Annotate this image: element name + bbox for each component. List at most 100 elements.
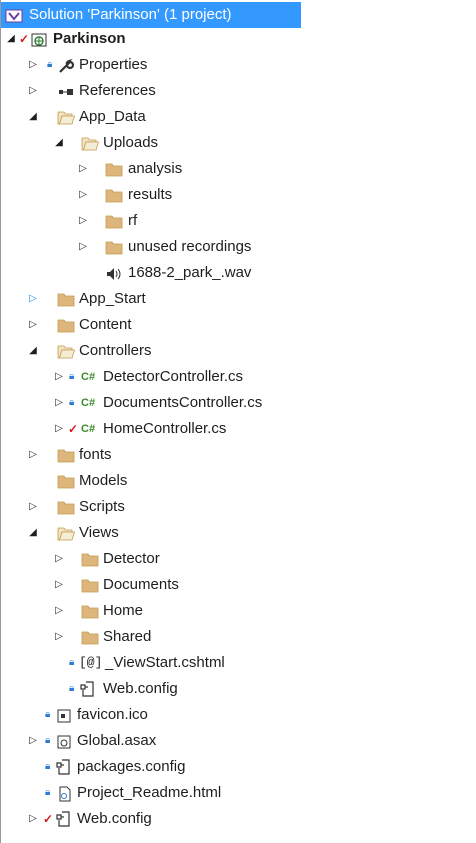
expand-arrow-icon[interactable]: ▷ — [53, 624, 65, 650]
tree-item-label: Shared — [103, 628, 152, 645]
tree-item-label: favicon.ico — [77, 706, 148, 723]
expand-arrow-icon[interactable]: ▷ — [53, 364, 65, 390]
expand-arrow-icon[interactable]: ▷ — [77, 156, 89, 182]
expand-arrow-icon[interactable]: ▷ — [53, 572, 65, 598]
tree-item-label: Web.config — [77, 810, 152, 827]
razor-file-icon: [@] — [79, 655, 103, 670]
expand-arrow-icon[interactable]: ▷ — [27, 494, 39, 520]
project-row[interactable]: ◢ ✓ Parkinson — [1, 26, 476, 52]
tree-item-webconfig[interactable]: ▷ ✓ Web.config — [1, 806, 476, 832]
tree-item-views-documents[interactable]: ▷ Documents — [1, 572, 476, 598]
expand-arrow-icon[interactable]: ▷ — [27, 312, 39, 338]
tree-item-fonts[interactable]: ▷ fonts — [1, 442, 476, 468]
tree-item-views[interactable]: ◢ Views — [1, 520, 476, 546]
tree-item-uploads[interactable]: ◢ Uploads — [1, 130, 476, 156]
expand-arrow-icon[interactable]: ▷ — [77, 208, 89, 234]
folder-icon — [57, 447, 75, 463]
tree-item-label: Uploads — [103, 134, 159, 151]
tree-item-views-detector[interactable]: ▷ Detector — [1, 546, 476, 572]
tree-item-models[interactable]: Models — [1, 468, 476, 494]
tree-item-label: DocumentsController.cs — [103, 394, 263, 411]
tree-item-app-start[interactable]: ▷ App_Start — [1, 286, 476, 312]
tree-item-label: Views — [79, 524, 119, 541]
folder-icon — [57, 317, 75, 333]
tree-item-views-home[interactable]: ▷ Home — [1, 598, 476, 624]
references-icon — [57, 83, 75, 99]
tree-item-scripts[interactable]: ▷ Scripts — [1, 494, 476, 520]
tree-item-views-webconfig[interactable]: 🔒︎ Web.config — [1, 676, 476, 702]
tree-item-global-asax[interactable]: ▷ 🔒︎ Global.asax — [1, 728, 476, 754]
tree-item-detector-controller[interactable]: ▷ 🔒︎ C# DetectorController.cs — [1, 364, 476, 390]
lock-icon: 🔒︎ — [45, 709, 51, 720]
folder-open-icon — [57, 109, 75, 125]
tree-item-content[interactable]: ▷ Content — [1, 312, 476, 338]
folder-icon — [57, 473, 75, 489]
folder-icon — [105, 239, 123, 255]
tree-item-home-controller[interactable]: ▷ ✓ C# HomeController.cs — [1, 416, 476, 442]
expand-arrow-icon[interactable]: ▷ — [27, 806, 39, 832]
tree-item-references[interactable]: ▷ References — [1, 78, 476, 104]
expand-arrow-icon[interactable]: ▷ — [53, 546, 65, 572]
expand-arrow-icon[interactable]: ▷ — [27, 78, 39, 104]
expand-arrow-icon[interactable]: ▷ — [27, 442, 39, 468]
tree-item-label: Models — [79, 472, 128, 489]
tree-item-label: HomeController.cs — [103, 420, 227, 437]
expand-arrow-icon[interactable]: ▷ — [27, 728, 39, 754]
tree-item-documents-controller[interactable]: ▷ 🔒︎ C# DocumentsController.cs — [1, 390, 476, 416]
expand-arrow-icon[interactable]: ▷ — [77, 182, 89, 208]
icon-file-icon — [55, 707, 73, 723]
collapse-arrow-icon[interactable]: ◢ — [27, 520, 39, 546]
collapse-arrow-icon[interactable]: ◢ — [27, 104, 39, 130]
folder-icon — [105, 213, 123, 229]
collapse-arrow-icon[interactable]: ◢ — [53, 130, 65, 156]
solution-icon — [5, 7, 23, 23]
tree-item-wav-file[interactable]: 1688-2_park_.wav — [1, 260, 476, 286]
tree-item-app-data[interactable]: ◢ App_Data — [1, 104, 476, 130]
tree-item-packages-config[interactable]: 🔒︎ packages.config — [1, 754, 476, 780]
wrench-icon — [57, 57, 75, 73]
tree-item-label: _ViewStart.cshtml — [105, 654, 225, 671]
lock-icon: 🔒︎ — [69, 397, 75, 408]
collapse-arrow-icon[interactable]: ◢ — [27, 338, 39, 364]
tree-item-label: Global.asax — [77, 732, 157, 749]
tree-item-unused-recordings[interactable]: ▷ unused recordings — [1, 234, 476, 260]
folder-icon — [81, 629, 99, 645]
web-project-icon — [30, 31, 48, 47]
expand-arrow-icon[interactable]: ◢ — [5, 26, 17, 52]
expand-arrow-icon[interactable]: ▷ — [27, 286, 39, 312]
expand-arrow-icon[interactable]: ▷ — [53, 390, 65, 416]
tree-item-label: unused recordings — [128, 238, 252, 255]
tree-item-controllers[interactable]: ◢ Controllers — [1, 338, 476, 364]
config-file-icon — [55, 811, 73, 827]
folder-icon — [57, 499, 75, 515]
tree-item-project-readme[interactable]: 🔒︎ Project_Readme.html — [1, 780, 476, 806]
expand-arrow-icon[interactable]: ▷ — [53, 598, 65, 624]
folder-open-icon — [81, 135, 99, 151]
folder-icon — [57, 291, 75, 307]
tree-item-views-shared[interactable]: ▷ Shared — [1, 624, 476, 650]
folder-icon — [81, 603, 99, 619]
audio-file-icon — [105, 265, 123, 281]
tree-item-results[interactable]: ▷ results — [1, 182, 476, 208]
lock-icon: 🔒︎ — [47, 59, 53, 70]
tree-item-favicon[interactable]: 🔒︎ favicon.ico — [1, 702, 476, 728]
csharp-file-icon: C# — [81, 371, 96, 383]
tree-item-label: App_Start — [79, 290, 146, 307]
expand-arrow-icon[interactable]: ▷ — [27, 52, 39, 78]
tree-item-rf[interactable]: ▷ rf — [1, 208, 476, 234]
solution-row[interactable]: Solution 'Parkinson' (1 project) — [1, 2, 301, 28]
tree-item-viewstart[interactable]: 🔒︎ [@] _ViewStart.cshtml — [1, 650, 476, 676]
tree-item-label: Documents — [103, 576, 179, 593]
tree-item-label: Web.config — [103, 680, 178, 697]
csharp-file-icon: C# — [81, 423, 96, 435]
lock-icon: 🔒︎ — [69, 657, 75, 668]
tree-item-label: analysis — [128, 160, 183, 177]
tree-item-label: rf — [128, 212, 138, 229]
global-file-icon — [55, 733, 73, 749]
pending-change-icon: ✓ — [43, 812, 54, 826]
lock-icon: 🔒︎ — [45, 735, 51, 746]
tree-item-properties[interactable]: ▷ 🔒︎ Properties — [1, 52, 476, 78]
tree-item-analysis[interactable]: ▷ analysis — [1, 156, 476, 182]
expand-arrow-icon[interactable]: ▷ — [77, 234, 89, 260]
expand-arrow-icon[interactable]: ▷ — [53, 416, 65, 442]
